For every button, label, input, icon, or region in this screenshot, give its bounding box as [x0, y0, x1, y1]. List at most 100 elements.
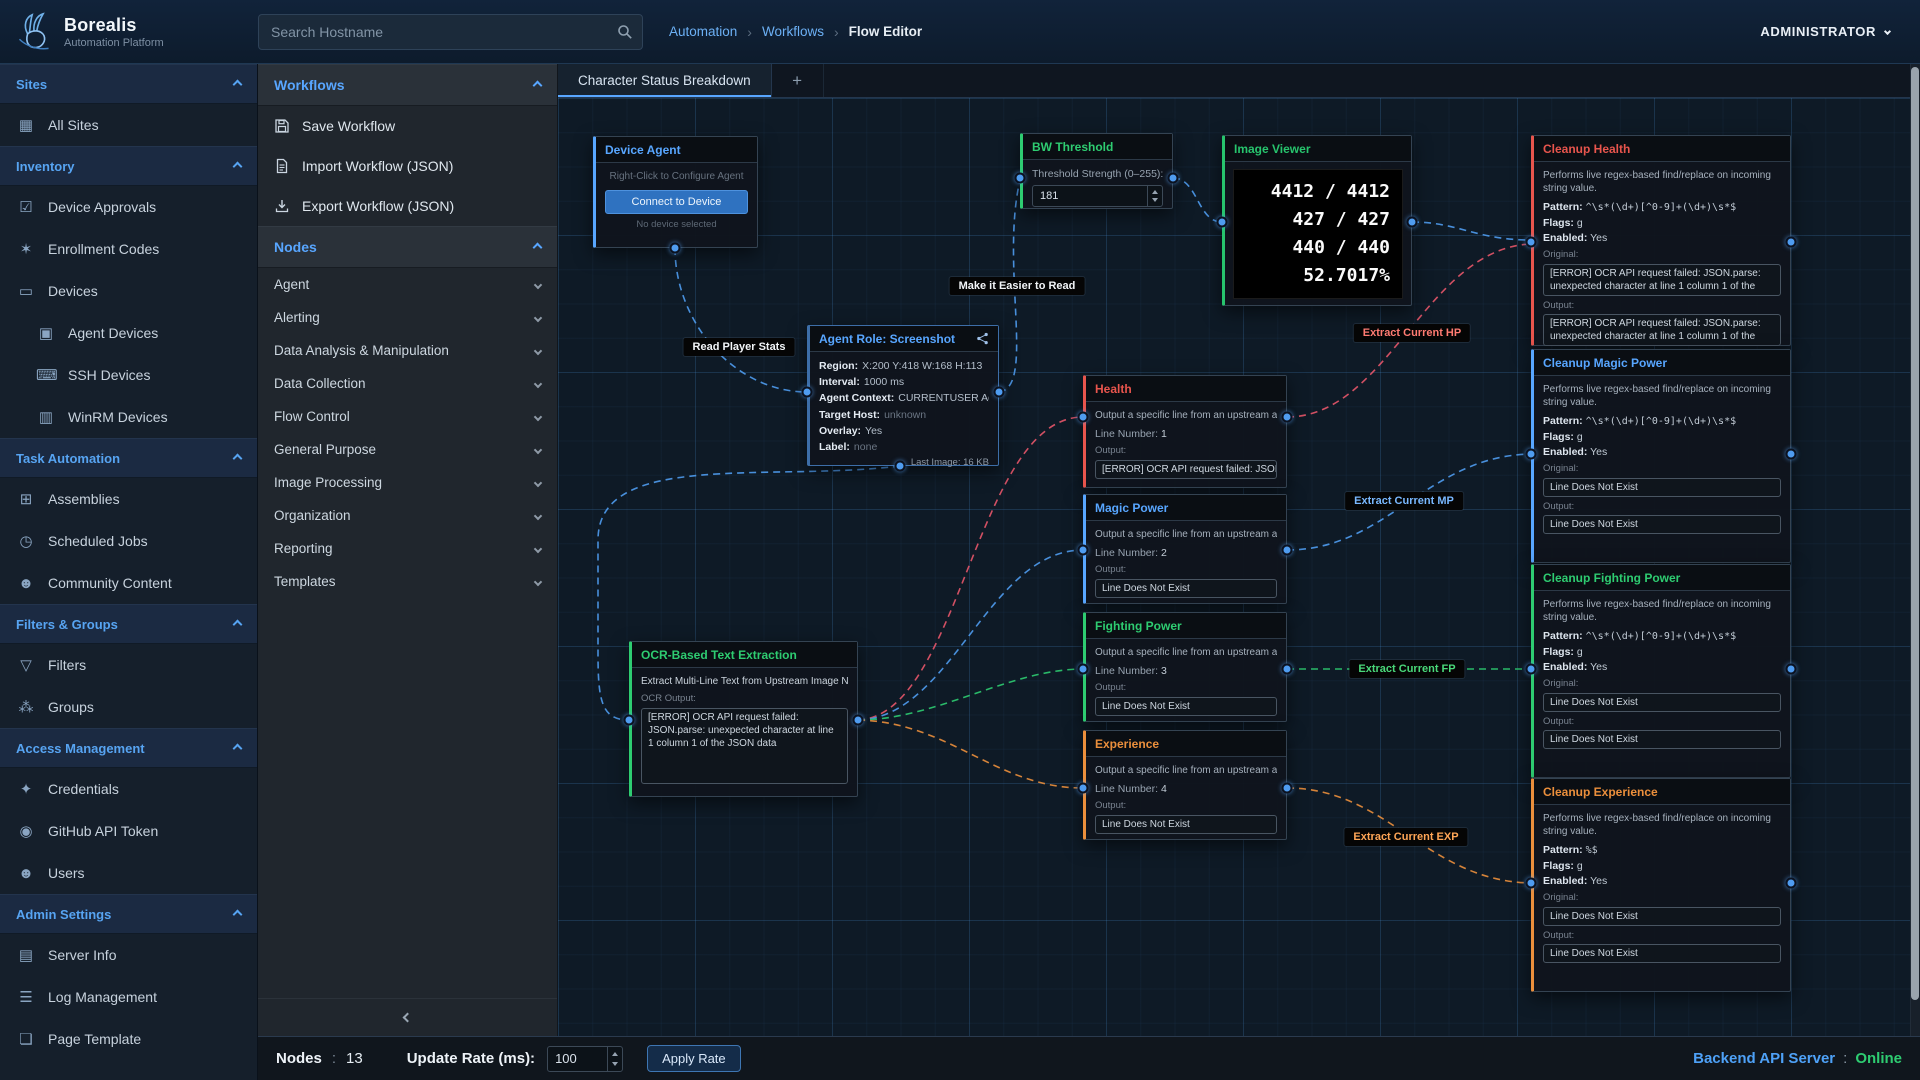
- port-bw-threshold-in[interactable]: [1015, 173, 1026, 184]
- port-screenshot-in[interactable]: [802, 387, 813, 398]
- port-cleanup-health-in[interactable]: [1526, 237, 1537, 248]
- port-magic-power-out[interactable]: [1282, 545, 1293, 556]
- search-icon[interactable]: [617, 24, 633, 40]
- node-device-agent[interactable]: Device Agent Right-Click to Configure Ag…: [593, 136, 758, 248]
- export-workflow-button[interactable]: Export Workflow (JSON): [258, 186, 557, 226]
- sidebar-item-winrm-devices[interactable]: ▥ WinRM Devices: [0, 396, 257, 438]
- port-cleanup-fighting-out[interactable]: [1786, 664, 1797, 675]
- sidebar-item-server-info[interactable]: ▤ Server Info: [0, 934, 257, 976]
- node-agent-screenshot[interactable]: Agent Role: Screenshot Region:X:200 Y:41…: [807, 325, 999, 466]
- port-cleanup-experience-out[interactable]: [1786, 878, 1797, 889]
- node-magic-power[interactable]: Magic Power Output a specific line from …: [1083, 494, 1287, 604]
- node-category-reporting[interactable]: Reporting: [258, 532, 557, 565]
- port-ocr-out[interactable]: [853, 715, 864, 726]
- scrollbar-thumb[interactable]: [1911, 67, 1919, 1000]
- sidebar-section-filters-groups[interactable]: Filters & Groups: [0, 604, 257, 644]
- sidebar-section-sites[interactable]: Sites: [0, 64, 257, 104]
- port-device-agent-out[interactable]: [670, 243, 681, 254]
- port-screenshot-out[interactable]: [994, 387, 1005, 398]
- sidebar-item-filters[interactable]: ▽ Filters: [0, 644, 257, 686]
- apply-rate-button[interactable]: Apply Rate: [647, 1045, 741, 1072]
- update-rate-input[interactable]: 100: [547, 1046, 623, 1072]
- sidebar-item-credentials[interactable]: ✦ Credentials: [0, 768, 257, 810]
- port-ocr-in[interactable]: [624, 715, 635, 726]
- flow-canvas[interactable]: Device Agent Right-Click to Configure Ag…: [558, 98, 1920, 1036]
- sidebar-item-groups[interactable]: ⁂ Groups: [0, 686, 257, 728]
- node-category-flow-control[interactable]: Flow Control: [258, 400, 557, 433]
- add-tab-button[interactable]: +: [772, 64, 824, 97]
- node-fighting-power[interactable]: Fighting Power Output a specific line fr…: [1083, 612, 1287, 722]
- search-input[interactable]: [258, 14, 643, 50]
- nodes-section-header[interactable]: Nodes: [258, 226, 557, 268]
- node-category-image-processing[interactable]: Image Processing: [258, 466, 557, 499]
- node-cleanup-experience[interactable]: Cleanup Experience Performs live regex-b…: [1531, 778, 1791, 992]
- node-bw-threshold[interactable]: BW Threshold Threshold Strength (0–255):…: [1020, 133, 1173, 209]
- spinner-down-button[interactable]: [608, 1059, 622, 1071]
- sidebar-section-admin-settings[interactable]: Admin Settings: [0, 894, 257, 934]
- port-bw-threshold-out[interactable]: [1168, 173, 1179, 184]
- port-health-in[interactable]: [1078, 412, 1089, 423]
- sidebar-item-agent-devices[interactable]: ▣ Agent Devices: [0, 312, 257, 354]
- port-experience-in[interactable]: [1078, 783, 1089, 794]
- tab-character-status-breakdown[interactable]: Character Status Breakdown: [558, 64, 772, 97]
- node-ocr-text-extraction[interactable]: OCR-Based Text Extraction Extract Multi-…: [629, 641, 858, 797]
- spinner-up-button[interactable]: [608, 1047, 622, 1059]
- admin-menu[interactable]: ADMINISTRATOR: [1760, 24, 1920, 39]
- sidebar-item-all-sites[interactable]: ▦ All Sites: [0, 104, 257, 146]
- node-category-data-collection[interactable]: Data Collection: [258, 367, 557, 400]
- sidebar-item-label: Scheduled Jobs: [48, 533, 148, 549]
- sidebar-section-access-management[interactable]: Access Management: [0, 728, 257, 768]
- node-cleanup-health[interactable]: Cleanup Health Performs live regex-based…: [1531, 135, 1791, 346]
- sidebar-item-community-content[interactable]: ☻ Community Content: [0, 562, 257, 604]
- connect-to-device-button[interactable]: Connect to Device: [605, 190, 748, 215]
- spinner-down-button[interactable]: [1148, 196, 1162, 206]
- node-category-data-analysis[interactable]: Data Analysis & Manipulation: [258, 334, 557, 367]
- breadcrumb-item-automation[interactable]: Automation: [669, 24, 737, 39]
- port-cleanup-experience-in[interactable]: [1526, 878, 1537, 889]
- spinner-up-button[interactable]: [1148, 186, 1162, 196]
- sidebar-item-users[interactable]: ☻ Users: [0, 852, 257, 894]
- threshold-input[interactable]: 181: [1032, 185, 1163, 207]
- sidebar-item-ssh-devices[interactable]: ⌨ SSH Devices: [0, 354, 257, 396]
- port-experience-out[interactable]: [1282, 783, 1293, 794]
- threshold-value[interactable]: 181: [1033, 186, 1147, 206]
- sidebar-item-enrollment-codes[interactable]: ✶ Enrollment Codes: [0, 228, 257, 270]
- port-image-viewer-in[interactable]: [1217, 217, 1228, 228]
- workflows-section-header[interactable]: Workflows: [258, 64, 557, 106]
- sidebar-item-devices[interactable]: ▭ Devices: [0, 270, 257, 312]
- port-cleanup-magic-in[interactable]: [1526, 449, 1537, 460]
- breadcrumb-item-workflows[interactable]: Workflows: [762, 24, 824, 39]
- port-health-out[interactable]: [1282, 412, 1293, 423]
- port-image-viewer-out[interactable]: [1407, 217, 1418, 228]
- node-experience[interactable]: Experience Output a specific line from a…: [1083, 730, 1287, 840]
- sidebar-item-github-api-token[interactable]: ◉ GitHub API Token: [0, 810, 257, 852]
- node-health[interactable]: Health Output a specific line from an up…: [1083, 375, 1287, 488]
- import-workflow-button[interactable]: Import Workflow (JSON): [258, 146, 557, 186]
- port-cleanup-fighting-in[interactable]: [1526, 664, 1537, 675]
- node-category-alerting[interactable]: Alerting: [258, 301, 557, 334]
- sidebar-item-page-template[interactable]: ❏ Page Template: [0, 1018, 257, 1060]
- sidebar-item-log-management[interactable]: ☰ Log Management: [0, 976, 257, 1018]
- node-category-agent[interactable]: Agent: [258, 268, 557, 301]
- port-cleanup-magic-out[interactable]: [1786, 449, 1797, 460]
- port-magic-power-in[interactable]: [1078, 545, 1089, 556]
- node-category-organization[interactable]: Organization: [258, 499, 557, 532]
- node-cleanup-magic-power[interactable]: Cleanup Magic Power Performs live regex-…: [1531, 349, 1791, 563]
- port-fighting-power-in[interactable]: [1078, 664, 1089, 675]
- port-screenshot-out-bottom[interactable]: [895, 461, 906, 472]
- node-image-viewer[interactable]: Image Viewer 4412 / 4412 427 / 427 440 /…: [1222, 135, 1412, 306]
- sidebar-item-device-approvals[interactable]: ☑ Device Approvals: [0, 186, 257, 228]
- node-category-templates[interactable]: Templates: [258, 565, 557, 598]
- sidebar-section-inventory[interactable]: Inventory: [0, 146, 257, 186]
- share-icon[interactable]: [976, 332, 989, 345]
- update-rate-value[interactable]: 100: [548, 1047, 607, 1071]
- panel-collapse-button[interactable]: [258, 998, 557, 1036]
- sidebar-section-task-automation[interactable]: Task Automation: [0, 438, 257, 478]
- sidebar-item-scheduled-jobs[interactable]: ◷ Scheduled Jobs: [0, 520, 257, 562]
- port-fighting-power-out[interactable]: [1282, 664, 1293, 675]
- node-cleanup-fighting-power[interactable]: Cleanup Fighting Power Performs live reg…: [1531, 564, 1791, 778]
- port-cleanup-health-out[interactable]: [1786, 237, 1797, 248]
- sidebar-item-assemblies[interactable]: ⊞ Assemblies: [0, 478, 257, 520]
- node-category-general-purpose[interactable]: General Purpose: [258, 433, 557, 466]
- save-workflow-button[interactable]: Save Workflow: [258, 106, 557, 146]
